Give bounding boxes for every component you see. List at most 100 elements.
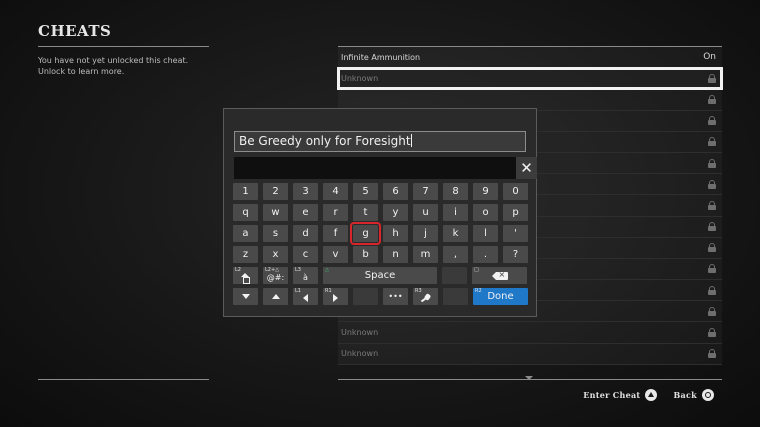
- lock-icon: [708, 264, 716, 274]
- done-key[interactable]: R2 Done: [473, 288, 528, 305]
- cheat-row[interactable]: Unknown: [338, 322, 722, 344]
- space-key-hint: △: [325, 267, 329, 273]
- key-y[interactable]: y: [383, 204, 408, 221]
- key-symbol[interactable]: .: [473, 246, 498, 263]
- cheat-row[interactable]: Unknown: [337, 67, 723, 91]
- lock-icon: [708, 137, 716, 147]
- key-j[interactable]: j: [413, 225, 438, 242]
- key-o[interactable]: o: [473, 204, 498, 221]
- arrow-down-icon: [241, 294, 250, 299]
- title-divider: [38, 46, 209, 47]
- key-r[interactable]: r: [323, 204, 348, 221]
- cursor-left-hint: L1: [295, 288, 301, 294]
- key-8[interactable]: 8: [443, 183, 468, 200]
- cursor-left-key[interactable]: L1: [293, 288, 318, 305]
- symbols-key[interactable]: L2+△ @#:: [263, 267, 288, 284]
- button-prompts: Enter Cheat Back: [583, 389, 714, 401]
- microphone-icon: [420, 294, 432, 303]
- symbols-key-hint: L2+△: [265, 267, 280, 273]
- symbols-key-label: @#:: [266, 273, 285, 282]
- left-bottom-divider: [38, 379, 209, 380]
- blank-key[interactable]: [353, 288, 378, 305]
- keyboard-close-button[interactable]: ✕: [516, 157, 537, 179]
- scroll-down-icon[interactable]: [525, 376, 533, 380]
- cursor-right-key[interactable]: R1: [323, 288, 348, 305]
- key-a[interactable]: a: [233, 225, 258, 242]
- key-grid: 1234567890 qwertyuiop a s d f g h j k l ' zxcvbnm…: [233, 183, 529, 309]
- cursor-down-key[interactable]: [233, 288, 258, 305]
- cheat-name: Unknown: [341, 349, 379, 359]
- key-n[interactable]: n: [383, 246, 408, 263]
- key-symbol[interactable]: ': [503, 225, 528, 242]
- voice-input-key[interactable]: R3: [413, 288, 438, 305]
- key-row-top: qwertyuiop: [233, 204, 529, 221]
- key-l[interactable]: l: [473, 225, 498, 242]
- key-0[interactable]: 0: [503, 183, 528, 200]
- left-panel: CHEATS You have not yet unlocked this ch…: [38, 20, 209, 77]
- backspace-key[interactable]: □ ×: [472, 267, 527, 284]
- accent-key[interactable]: L3 à: [293, 267, 318, 284]
- key-5[interactable]: 5: [353, 183, 378, 200]
- key-q[interactable]: q: [233, 204, 258, 221]
- onscreen-keyboard: Be Greedy only for Foresight ✕ 123456789…: [223, 108, 537, 317]
- arrow-up-icon: [271, 294, 280, 299]
- cheat-row[interactable]: Infinite Ammunition On: [338, 47, 722, 69]
- key-d[interactable]: d: [293, 225, 318, 242]
- cursor-up-key[interactable]: [263, 288, 288, 305]
- text-cursor: [410, 134, 412, 147]
- back-prompt[interactable]: Back: [673, 389, 714, 401]
- key-u[interactable]: u: [413, 204, 438, 221]
- key-x[interactable]: x: [263, 246, 288, 263]
- backspace-icon: ×: [491, 270, 508, 280]
- key-row-middle: a s d f g h j k l ': [233, 222, 529, 245]
- blank-key[interactable]: [442, 267, 467, 284]
- lock-icon: [708, 73, 716, 83]
- key-c[interactable]: c: [293, 246, 318, 263]
- key-v[interactable]: v: [323, 246, 348, 263]
- key-6[interactable]: 6: [383, 183, 408, 200]
- backspace-key-hint: □: [474, 267, 479, 273]
- key-7[interactable]: 7: [413, 183, 438, 200]
- key-g[interactable]: g: [350, 222, 381, 245]
- cheat-text-input[interactable]: Be Greedy only for Foresight: [234, 131, 526, 152]
- blank-key[interactable]: [443, 288, 468, 305]
- key-k[interactable]: k: [443, 225, 468, 242]
- more-options-key[interactable]: •••: [383, 288, 408, 305]
- key-h[interactable]: h: [383, 225, 408, 242]
- key-symbol[interactable]: ?: [503, 246, 528, 263]
- lock-icon: [708, 285, 716, 295]
- shift-key[interactable]: L2: [233, 267, 258, 284]
- key-e[interactable]: e: [293, 204, 318, 221]
- key-b[interactable]: b: [353, 246, 378, 263]
- key-4[interactable]: 4: [323, 183, 348, 200]
- suggestion-bar: [234, 157, 516, 179]
- key-i[interactable]: i: [443, 204, 468, 221]
- cheat-row[interactable]: Unknown: [338, 344, 722, 365]
- key-symbol[interactable]: ,: [443, 246, 468, 263]
- key-row-navigation: L1 R1 ••• R3 R2 Done: [233, 288, 529, 305]
- circle-button-icon: [702, 389, 714, 401]
- key-9[interactable]: 9: [473, 183, 498, 200]
- space-key[interactable]: △ Space: [323, 267, 437, 284]
- enter-cheat-label: Enter Cheat: [583, 390, 641, 400]
- enter-cheat-prompt[interactable]: Enter Cheat: [583, 389, 658, 401]
- key-w[interactable]: w: [263, 204, 288, 221]
- key-3[interactable]: 3: [293, 183, 318, 200]
- key-f[interactable]: f: [323, 225, 348, 242]
- key-s[interactable]: s: [263, 225, 288, 242]
- arrow-left-icon: [303, 294, 308, 302]
- lock-icon: [708, 179, 716, 189]
- done-key-label: Done: [487, 291, 514, 302]
- key-row-numbers: 1234567890: [233, 183, 529, 200]
- key-p[interactable]: p: [503, 204, 528, 221]
- key-m[interactable]: m: [413, 246, 438, 263]
- done-key-hint: R2: [475, 288, 482, 294]
- accent-key-hint: L3: [295, 267, 301, 273]
- key-t[interactable]: t: [353, 204, 378, 221]
- key-1[interactable]: 1: [233, 183, 258, 200]
- key-2[interactable]: 2: [263, 183, 288, 200]
- cursor-right-hint: R1: [325, 288, 332, 294]
- lock-icon: [708, 94, 716, 104]
- key-z[interactable]: z: [233, 246, 258, 263]
- key-row-functions: L2 L2+△ @#: L3 à △ Space □ ×: [233, 267, 529, 284]
